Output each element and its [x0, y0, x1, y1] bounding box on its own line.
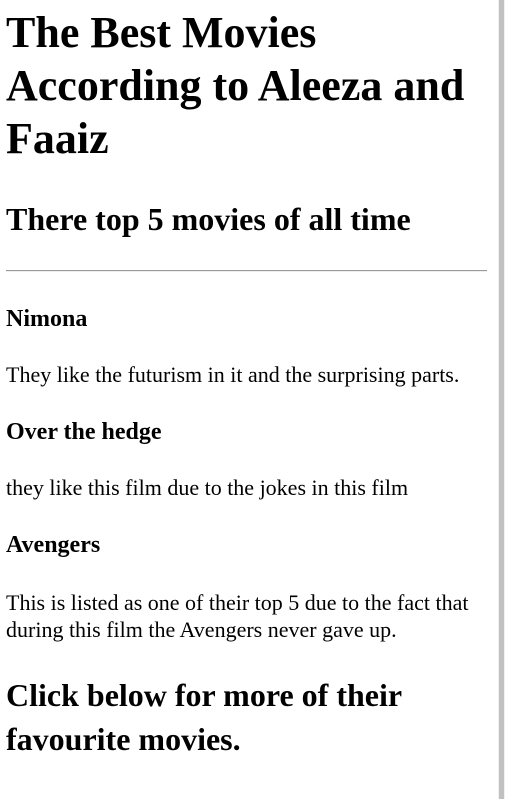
movie-description-avengers: This is listed as one of their top 5 due…: [6, 590, 469, 642]
movie-title-over-the-hedge: Over the hedge: [6, 419, 162, 445]
page-subtitle: There top 5 movies of all time: [6, 201, 411, 237]
scrollbar-thumb[interactable]: [499, 0, 504, 799]
movie-description-nimona: They like the futurism in it and the sur…: [6, 362, 460, 387]
vertical-scrollbar[interactable]: [498, 0, 505, 799]
page-content: The Best Movies According to Aleeza and …: [6, 0, 487, 761]
divider: [6, 270, 487, 272]
movie-title-avengers: Avengers: [6, 532, 101, 558]
movie-description-over-the-hedge: they like this film due to the jokes in …: [6, 475, 409, 500]
movie-title-nimona: Nimona: [6, 306, 88, 332]
more-movies-heading: Click below for more of their favourite …: [6, 677, 402, 757]
page-title: The Best Movies According to Aleeza and …: [6, 8, 465, 163]
